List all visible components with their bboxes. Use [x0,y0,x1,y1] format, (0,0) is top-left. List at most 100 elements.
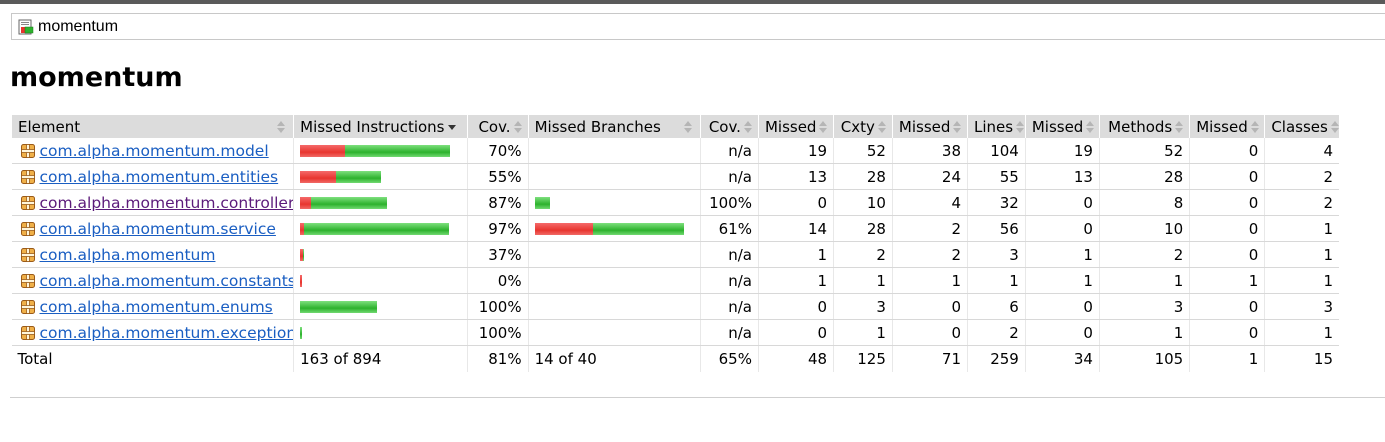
column-header-12[interactable]: Classes [1264,115,1339,138]
missed-complexity: 14 [757,215,834,242]
package-icon [20,299,35,314]
column-header-11[interactable]: Missed [1189,115,1265,138]
sort-descending-icon [447,121,456,133]
missed-lines: 2 [891,215,968,242]
missed-instructions-cell [293,319,468,346]
table-header-row: Element Missed Instructions Cov. Missed Bra… [10,115,1339,138]
missed-lines: 0 [891,293,968,320]
package-link[interactable]: com.alpha.momentum [40,246,216,264]
branches-coverage-bar-empty [527,267,701,294]
column-header-10[interactable]: Methods [1098,115,1190,138]
breadcrumb: momentum [11,13,1385,40]
missed-methods: 0 [1024,189,1100,216]
element-cell: com.alpha.momentum [11,241,294,268]
sort-icon [513,120,522,133]
missed-classes: 0 [1189,163,1265,190]
classes: 1 [1264,319,1339,346]
complexity: 1 [833,319,893,346]
complexity: 10 [833,189,893,216]
lines: 32 [967,189,1026,216]
report-icon [18,19,34,35]
column-header-4[interactable]: Cov. [700,115,759,138]
table-row: com.alpha.momentum.service 97% 61% 14 28 2 56 0… [11,215,1339,242]
branches-coverage-bar-empty [527,319,701,346]
methods: 10 [1098,215,1190,242]
instructions-coverage: 37% [466,241,529,268]
sort-icon [1016,120,1025,133]
package-link[interactable]: com.alpha.momentum.service [40,220,276,238]
branches-coverage: n/a [700,293,759,320]
branches-coverage-bar [534,222,695,235]
methods: 1 [1098,319,1190,346]
lines: 2 [967,319,1026,346]
package-link[interactable]: com.alpha.momentum.entities [40,168,279,186]
lines: 3 [967,241,1026,268]
element-cell: com.alpha.momentum.model [11,138,294,164]
branches-coverage: n/a [700,267,759,294]
lines: 104 [967,138,1026,164]
column-header-5[interactable]: Missed [757,115,834,138]
column-header-label: Missed [1031,117,1084,136]
instructions-coverage-bar [300,170,461,183]
lines: 1 [967,267,1026,294]
column-header-9[interactable]: Missed [1024,115,1100,138]
branches-coverage-bar-empty [527,293,701,320]
methods: 52 [1098,138,1190,164]
package-link[interactable]: com.alpha.momentum.controller [40,194,294,212]
package-icon [20,273,35,288]
column-header-7[interactable]: Missed [891,115,968,138]
total-methods: 105 [1098,345,1190,372]
total-label: Total [17,350,53,368]
complexity: 1 [833,267,893,294]
missed-instructions-cell [293,267,468,294]
missed-bar [300,196,312,209]
package-link[interactable]: com.alpha.momentum.constants [40,272,294,290]
missed-classes: 0 [1189,319,1265,346]
coverage-table: Element Missed Instructions Cov. Missed Bra… [10,115,1339,372]
covered-bar [303,248,305,261]
missed-instructions-cell [293,163,468,190]
instructions-coverage-bar [300,300,461,313]
branches-coverage: n/a [700,241,759,268]
column-header-0[interactable]: Element [10,115,294,138]
branches-coverage: 100% [700,189,759,216]
package-link[interactable]: com.alpha.momentum.enums [40,298,273,316]
missed-classes: 0 [1189,138,1265,164]
missed-classes: 0 [1189,293,1265,320]
classes: 4 [1264,138,1339,164]
sort-icon [277,121,286,133]
column-header-label: Missed [1196,117,1248,136]
element-cell: com.alpha.momentum.exception [11,319,294,346]
column-header-1[interactable]: Missed Instructions [293,115,468,138]
package-link[interactable]: com.alpha.momentum.model [40,142,269,160]
complexity: 2 [833,241,893,268]
column-header-3[interactable]: Missed Branches [527,115,701,138]
missed-branches-cell [527,215,701,242]
column-header-8[interactable]: Lines [967,115,1026,138]
element-cell: com.alpha.momentum.service [11,215,294,242]
table-row: com.alpha.momentum.controller 87% 100% 0 10 4… [11,189,1339,216]
table-row: com.alpha.momentum.exception 100% n/a 0 1 0 2 0… [11,319,1339,346]
column-header-label: Element [18,117,81,136]
missed-methods: 0 [1024,293,1100,320]
instructions-coverage-bar [300,222,461,235]
sort-icon [1175,120,1184,133]
column-header-6[interactable]: Cxty [833,115,893,138]
column-header-label: Classes [1271,117,1328,136]
table-row: com.alpha.momentum.constants 0% n/a 1 1 1 1 1 1 1… [11,267,1339,294]
column-header-2[interactable]: Cov. [466,115,529,138]
branches-coverage: n/a [700,319,759,346]
breadcrumb-label[interactable]: momentum [38,18,118,36]
classes: 1 [1264,267,1339,294]
total-lines: 259 [967,345,1026,372]
package-icon [20,195,35,210]
package-link[interactable]: com.alpha.momentum.exception [40,324,294,342]
missed-complexity: 13 [757,163,834,190]
missed-methods: 1 [1024,267,1100,294]
instructions-coverage: 87% [466,189,529,216]
classes: 1 [1264,215,1339,242]
lines: 6 [967,293,1026,320]
footer-divider [10,397,1385,398]
classes: 2 [1264,163,1339,190]
methods: 8 [1098,189,1190,216]
